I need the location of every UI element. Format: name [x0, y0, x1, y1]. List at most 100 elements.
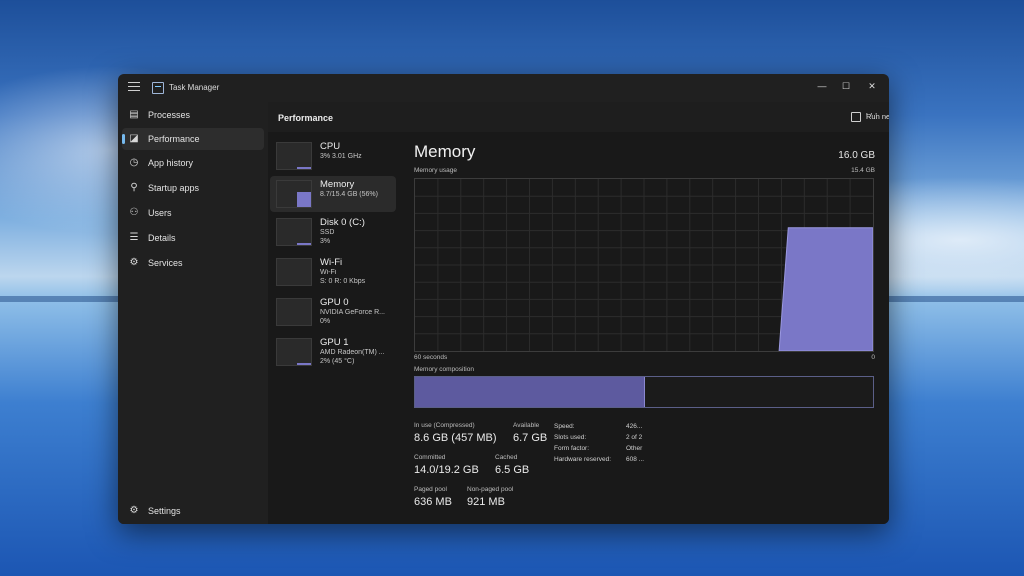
device-name: GPU 1 [320, 337, 349, 348]
device-detail: 3% [320, 238, 331, 245]
processes-icon: ▤ [129, 109, 139, 120]
hamburger-menu-icon[interactable] [128, 82, 140, 92]
stat-value: 636 MB [414, 496, 452, 508]
users-icon: ⚇ [129, 207, 139, 218]
info-value: 2 of 2 [626, 434, 643, 441]
stat-cached: Cached 6.5 GB [495, 454, 529, 476]
memory-composition-bar [414, 376, 874, 408]
device-item-cpu[interactable]: CPU 3% 3.01 GHz [270, 138, 396, 174]
close-button[interactable]: ✕ [861, 78, 883, 94]
stat-label: Paged pool [414, 486, 447, 493]
memory-info-list: Speed: 426... Slots used: 2 of 2 Form fa… [554, 423, 664, 467]
task-manager-window: Task Manager — ☐ ✕ ▤ Processes ◪ Perform… [118, 74, 889, 524]
minimize-button[interactable]: — [811, 78, 833, 94]
device-detail: S: 0 R: 0 Kbps [320, 278, 366, 285]
thumb-fill [297, 242, 311, 245]
sidebar-item-label: Settings [148, 506, 181, 516]
memory-detail-panel: Memory 16.0 GB Memory usage 15.4 GB 60 s… [414, 132, 875, 524]
stat-label: In use (Compressed) [414, 422, 475, 429]
thumb-fill [297, 192, 311, 207]
thumb-fill [297, 362, 311, 365]
device-detail: Wi-Fi [320, 269, 337, 276]
performance-content: CPU 3% 3.01 GHz Memory 8.7/15.4 GB (56%)… [268, 132, 889, 524]
stat-committed: Committed 14.0/19.2 GB [414, 454, 479, 476]
memory-total: 16.0 GB [838, 150, 875, 161]
stat-non-paged-pool: Non-paged pool 921 MB [467, 486, 513, 508]
device-item-wifi[interactable]: Wi-Fi Wi-Fi S: 0 R: 0 Kbps [270, 254, 396, 290]
device-thumbnail [276, 298, 312, 326]
device-item-gpu1[interactable]: GPU 1 AMD Radeon(TM) ... 2% (45 °C) [270, 334, 396, 370]
device-detail: 3% 3.01 GHz [320, 153, 362, 160]
sidebar-item-label: Performance [148, 134, 200, 144]
device-item-memory[interactable]: Memory 8.7/15.4 GB (56%) [270, 176, 396, 212]
device-name: Disk 0 (C:) [320, 217, 365, 228]
sidebar-item-label: Services [148, 258, 183, 268]
stat-label: Cached [495, 454, 518, 461]
sidebar-item-processes[interactable]: ▤ Processes [122, 104, 264, 126]
stat-label: Available [513, 422, 540, 429]
maximize-button[interactable]: ☐ [835, 78, 857, 94]
info-speed: Speed: 426... [554, 423, 642, 430]
stat-value: 8.6 GB (457 MB) [414, 432, 497, 444]
device-detail: NVIDIA GeForce R... [320, 309, 385, 316]
sidebar-item-label: Startup apps [148, 183, 200, 193]
stat-value: 6.5 GB [495, 464, 530, 476]
stat-value: 6.7 GB [513, 432, 548, 444]
device-item-disk[interactable]: Disk 0 (C:) SSD 3% [270, 214, 396, 250]
device-item-gpu0[interactable]: GPU 0 NVIDIA GeForce R... 0% [270, 294, 396, 330]
sidebar-item-app-history[interactable]: ◷ App history [122, 152, 264, 174]
stat-paged-pool: Paged pool 636 MB [414, 486, 452, 508]
info-hardware-reserved: Hardware reserved: 608 ... [554, 456, 644, 463]
info-form-factor: Form factor: Other [554, 445, 642, 452]
device-name: Memory [320, 179, 355, 190]
services-icon: ⚙ [129, 257, 139, 268]
sidebar-item-details[interactable]: ☰ Details [122, 227, 264, 249]
sidebar-item-performance[interactable]: ◪ Performance [122, 128, 264, 150]
sidebar-item-settings[interactable]: ⚙ Settings [122, 500, 264, 520]
stat-available: Available 6.7 GB [513, 422, 547, 444]
device-thumbnail [276, 338, 312, 366]
device-name: GPU 0 [320, 297, 349, 308]
stat-label: Non-paged pool [467, 486, 514, 493]
sidebar-item-users[interactable]: ⚇ Users [122, 202, 264, 224]
gear-icon: ⚙ [129, 505, 139, 516]
title-bar: Task Manager — ☐ ✕ [118, 74, 889, 102]
startup-icon: ⚲ [130, 182, 138, 193]
graph-time-end-label: 0 [871, 354, 875, 361]
info-value: Other [626, 445, 643, 452]
page-title: Performance [278, 113, 334, 123]
more-options-button[interactable]: ··· [865, 108, 879, 120]
device-detail: SSD [320, 229, 335, 236]
details-icon: ☰ [129, 232, 139, 243]
device-thumbnail [276, 142, 312, 170]
graph-time-label: 60 seconds [414, 354, 448, 361]
info-label: Hardware reserved: [554, 456, 612, 463]
history-icon: ◷ [129, 157, 139, 168]
info-label: Form factor: [554, 445, 590, 452]
device-name: CPU [320, 141, 341, 152]
performance-icon: ◪ [129, 133, 139, 144]
sidebar-item-startup-apps[interactable]: ⚲ Startup apps [122, 177, 264, 199]
device-detail: 2% (45 °C) [320, 358, 355, 365]
sidebar-item-label: Users [148, 208, 172, 218]
sidebar-item-label: Details [148, 233, 176, 243]
device-detail: AMD Radeon(TM) ... [320, 349, 385, 356]
sidebar-item-label: Processes [148, 110, 191, 120]
task-manager-icon [152, 82, 164, 94]
info-value: 608 ... [626, 456, 645, 463]
sidebar-item-label: App history [148, 158, 194, 168]
page-header: Performance Run new task ··· [268, 102, 889, 132]
stat-label: Committed [414, 454, 446, 461]
memory-usage-label: Memory usage [414, 167, 457, 174]
thumb-fill [297, 166, 311, 169]
stat-value: 921 MB [467, 496, 505, 508]
device-thumbnail [276, 180, 312, 208]
info-label: Slots used: [554, 434, 587, 441]
memory-usage-max: 15.4 GB [851, 167, 875, 174]
info-slots-used: Slots used: 2 of 2 [554, 434, 642, 441]
run-task-icon [851, 112, 861, 122]
device-thumbnail [276, 258, 312, 286]
sidebar: ▤ Processes ◪ Performance ◷ App history … [118, 102, 268, 524]
sidebar-item-services[interactable]: ⚙ Services [122, 252, 264, 274]
info-label: Speed: [554, 423, 575, 430]
